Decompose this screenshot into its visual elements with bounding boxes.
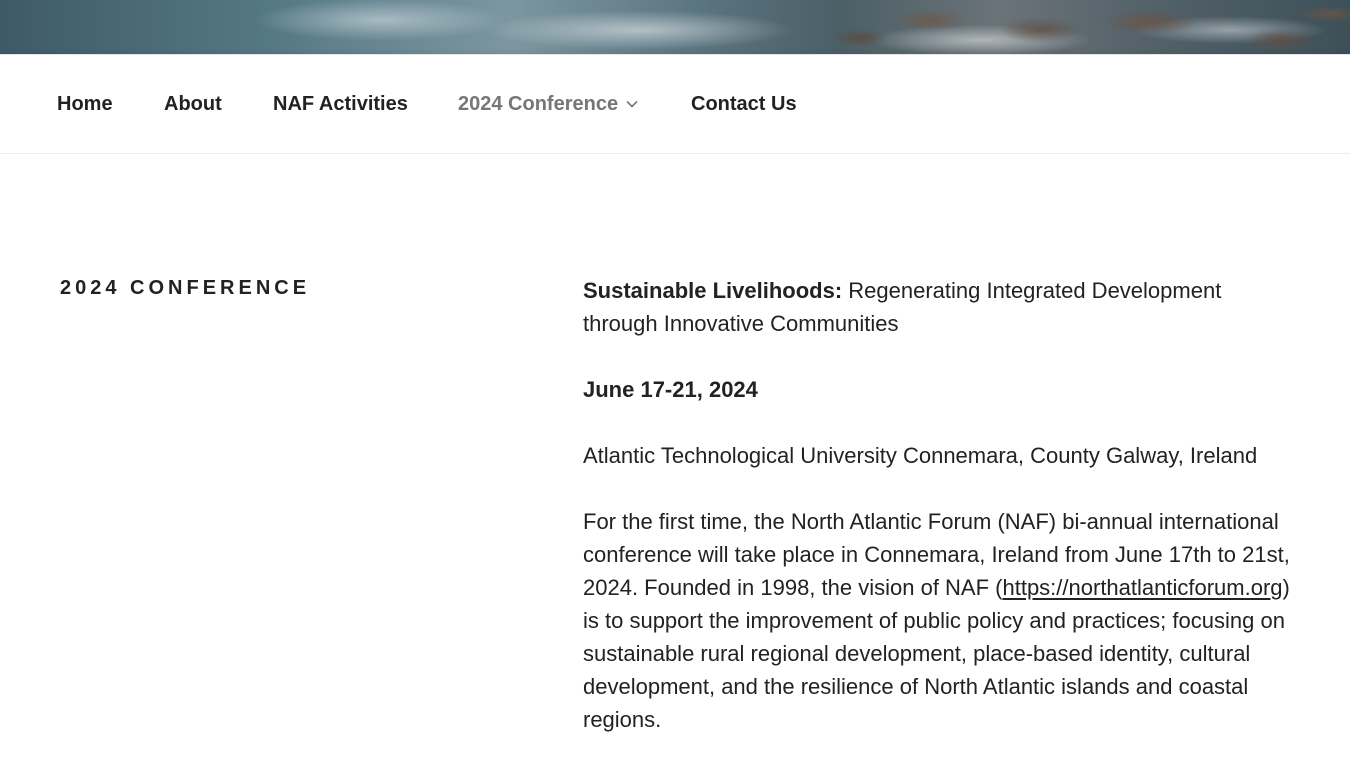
entry-content: Sustainable Livelihoods: Regenerating In…	[583, 274, 1298, 769]
main-navigation: Home About NAF Activities 2024 Conferenc…	[0, 54, 1350, 154]
conference-theme: Sustainable Livelihoods: Regenerating In…	[583, 274, 1298, 340]
header-image	[0, 0, 1350, 54]
nav-contact-us[interactable]: Contact Us	[691, 93, 797, 116]
conference-dates: June 17-21, 2024	[583, 373, 1298, 406]
conference-dates-text: June 17-21, 2024	[583, 377, 758, 402]
page-title: 2024 CONFERENCE	[60, 277, 311, 299]
nav-naf-activities[interactable]: NAF Activities	[273, 93, 408, 116]
conference-location: Atlantic Technological University Connem…	[583, 443, 1258, 468]
conference-description: For the first time, the North Atlantic F…	[583, 505, 1298, 736]
nav-home[interactable]: Home	[57, 93, 113, 116]
nav-about[interactable]: About	[164, 93, 222, 116]
naf-website-link[interactable]: https://northatlanticforum.org	[1002, 575, 1282, 600]
nav-2024-conference-label: 2024 Conference	[458, 93, 619, 115]
conference-theme-label: Sustainable Livelihoods:	[583, 278, 843, 303]
chevron-down-icon[interactable]	[626, 91, 638, 114]
header-image-rocks	[0, 0, 1350, 54]
nav-2024-conference[interactable]: 2024 Conference	[458, 93, 638, 116]
